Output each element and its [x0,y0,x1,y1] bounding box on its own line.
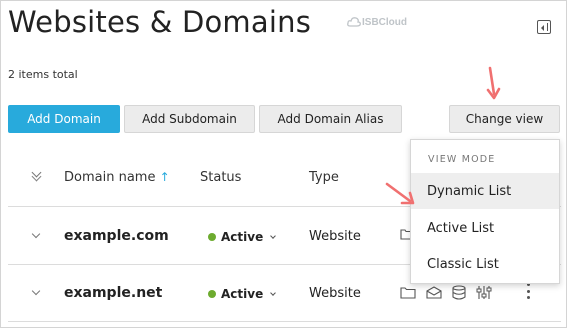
watermark-text: ISBCloud [362,16,407,28]
column-status[interactable]: Status [200,170,241,185]
items-total-count: 2 items total [8,68,78,81]
column-domain-name[interactable]: Domain name ↑ [64,170,170,185]
database-icon[interactable] [452,285,466,300]
more-options-icon[interactable] [527,283,531,299]
chevron-down-icon [270,290,277,296]
view-mode-active-list[interactable]: Active List [411,210,559,246]
domain-name-link[interactable]: example.com [64,228,169,244]
column-domain-name-label: Domain name [64,170,156,185]
view-mode-header: VIEW MODE [428,154,496,165]
domain-name-link[interactable]: example.net [64,285,162,301]
folder-icon[interactable] [400,286,416,299]
chevron-down-icon [270,233,277,239]
panel-toggle-icon[interactable] [537,20,551,34]
domain-type: Website [309,229,361,244]
sort-ascending-icon: ↑ [159,170,170,184]
annotation-arrow-icon [486,66,501,100]
expand-row-chevron-icon[interactable] [31,229,41,239]
websites-domains-screen: Websites & Domains ISBCloud 2 items tota… [0,0,567,328]
row-actions [400,285,492,300]
active-status-dot-icon [208,233,216,241]
view-mode-dynamic-list[interactable]: Dynamic List [411,173,559,209]
active-status-dot-icon [208,290,216,298]
page-title: Websites & Domains [8,5,312,39]
column-type[interactable]: Type [309,170,339,185]
status-label: Active [221,230,264,244]
add-domain-button[interactable]: Add Domain [8,105,120,133]
add-domain-alias-button[interactable]: Add Domain Alias [259,105,402,133]
status-dropdown[interactable]: Active [208,287,277,301]
domain-type: Website [309,286,361,301]
view-mode-classic-list[interactable]: Classic List [411,246,559,282]
view-mode-dropdown: VIEW MODE Dynamic List Active List Class… [410,139,560,284]
expand-row-chevron-icon[interactable] [31,286,41,296]
add-subdomain-button[interactable]: Add Subdomain [124,105,255,133]
cloud-logo-icon [347,16,361,28]
isbcloud-watermark: ISBCloud [347,16,407,28]
status-label: Active [221,287,264,301]
status-dropdown[interactable]: Active [208,230,277,244]
annotation-arrow-icon [385,182,415,205]
settings-sliders-icon[interactable] [476,285,492,300]
mail-icon[interactable] [426,286,442,299]
change-view-button[interactable]: Change view [449,105,560,133]
